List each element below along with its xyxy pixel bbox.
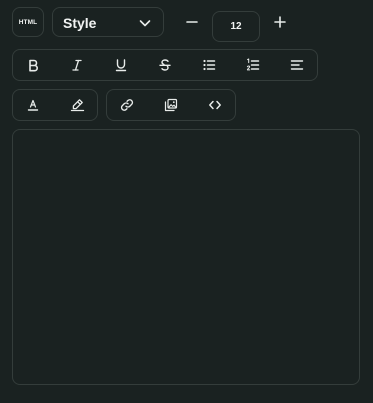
strikethrough-button[interactable] — [154, 55, 176, 75]
chevron-down-icon — [139, 17, 151, 29]
link-button[interactable] — [116, 95, 138, 115]
rich-text-editor: HTML Style 12 — [0, 0, 373, 403]
align-left-button[interactable] — [286, 55, 308, 75]
underline-icon — [115, 59, 127, 72]
bullet-list-icon — [203, 59, 216, 71]
insert-image-button[interactable] — [160, 95, 182, 115]
image-icon — [164, 98, 178, 112]
font-size-value: 12 — [230, 21, 242, 32]
minus-icon — [186, 21, 198, 23]
link-icon — [120, 99, 134, 111]
code-button[interactable] — [204, 95, 226, 115]
style-select-value: Style — [63, 15, 97, 31]
font-size-input[interactable]: 12 — [212, 11, 260, 42]
numbered-list-icon — [246, 58, 260, 71]
italic-icon — [72, 59, 82, 71]
html-mode-button[interactable]: HTML — [12, 7, 44, 37]
highlighter-icon — [70, 99, 84, 112]
bold-icon — [29, 59, 38, 72]
html-icon: HTML — [18, 18, 38, 26]
text-color-button[interactable] — [23, 95, 43, 115]
highlight-button[interactable] — [67, 95, 87, 115]
italic-button[interactable] — [66, 55, 88, 75]
underline-button[interactable] — [110, 55, 132, 75]
text-color-icon — [27, 99, 39, 111]
align-left-icon — [290, 60, 304, 70]
numbered-list-button[interactable] — [242, 55, 264, 75]
code-icon — [209, 100, 221, 110]
bold-button[interactable] — [22, 55, 44, 75]
style-select[interactable]: Style — [52, 7, 164, 37]
increase-font-size-button[interactable] — [270, 12, 290, 32]
plus-icon — [274, 16, 286, 28]
editor-content-area[interactable] — [12, 129, 360, 385]
decrease-font-size-button[interactable] — [182, 12, 202, 32]
bullet-list-button[interactable] — [198, 55, 220, 75]
strikethrough-icon — [159, 59, 171, 71]
